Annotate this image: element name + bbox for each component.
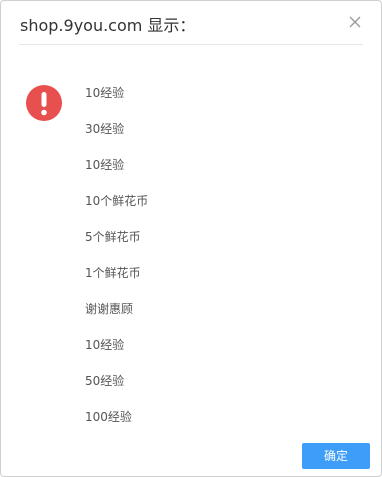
message-line: 10个鲜花币 — [85, 194, 149, 208]
message-line: 1个鲜花币 — [85, 266, 141, 280]
message-line: 10经验 — [85, 338, 125, 352]
ok-button[interactable]: 确定 — [302, 443, 370, 469]
message-line: 5个鲜花币 — [85, 230, 141, 244]
dialog-header: shop.9you.com 显示： — [1, 1, 381, 44]
message-line: 30经验 — [85, 122, 125, 136]
message-line: 10经验 — [85, 86, 125, 100]
message-line: 谢谢惠顾 — [85, 302, 134, 316]
close-icon[interactable] — [347, 14, 363, 30]
dialog-title: shop.9you.com 显示： — [20, 16, 196, 35]
message-line: 10经验 — [85, 158, 125, 172]
header-divider — [19, 44, 363, 45]
message-line: 100经验 — [85, 410, 132, 424]
exclamation-icon — [25, 84, 63, 122]
message-line: 50经验 — [85, 374, 125, 388]
alert-dialog: shop.9you.com 显示： 10经验 30经验 10经验 10个鲜花币 … — [0, 0, 382, 477]
message-list: 10经验 30经验 10经验 10个鲜花币 5个鲜花币 1个鲜花币 谢谢惠顾 1… — [85, 85, 148, 445]
